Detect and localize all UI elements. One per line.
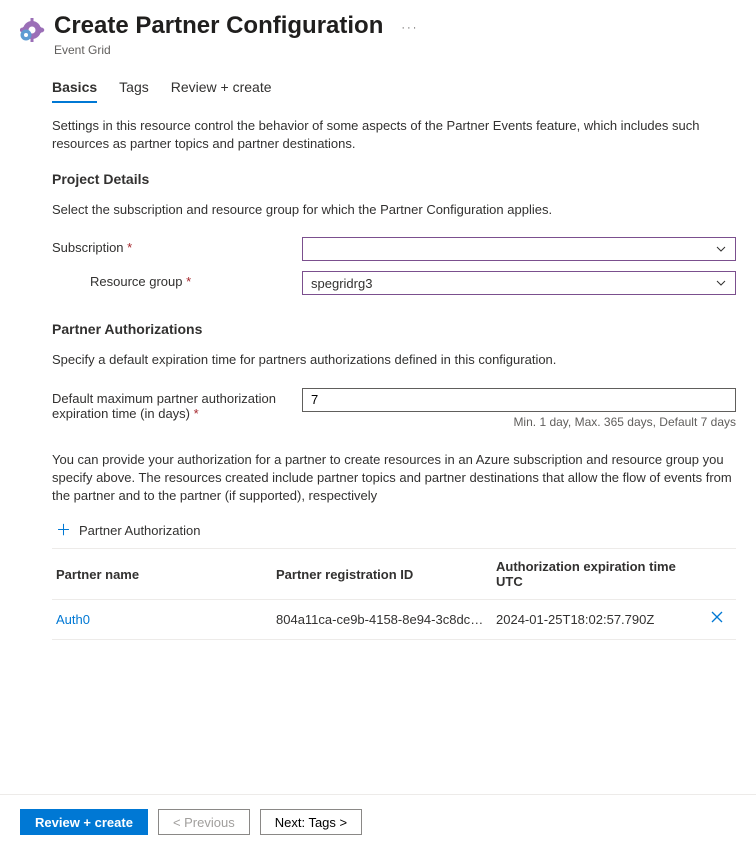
page-header: Create Partner Configuration Event Grid …	[0, 0, 756, 65]
resource-gear-icon	[20, 18, 46, 45]
project-details-heading: Project Details	[52, 171, 736, 187]
page-subtitle: Event Grid	[54, 43, 383, 57]
page-title: Create Partner Configuration	[54, 12, 383, 41]
previous-button[interactable]: < Previous	[158, 809, 250, 835]
required-asterisk: *	[127, 240, 132, 255]
resource-group-value: spegridrg3	[311, 276, 372, 291]
resource-group-select[interactable]: spegridrg3	[302, 271, 736, 295]
tab-review[interactable]: Review + create	[171, 79, 272, 103]
resource-group-label: Resource group *	[52, 271, 302, 289]
more-menu-icon[interactable]: ···	[401, 22, 418, 34]
expiration-label-text: Default maximum partner authorization ex…	[52, 391, 276, 421]
partner-auth-info: You can provide your authorization for a…	[52, 451, 736, 506]
wizard-footer: Review + create < Previous Next: Tags >	[0, 794, 756, 849]
project-details-desc: Select the subscription and resource gro…	[52, 201, 736, 219]
resource-group-label-text: Resource group	[90, 274, 183, 289]
table-row: Auth0 804a11ca-ce9b-4158-8e94-3c8dc7… 20…	[52, 600, 736, 640]
next-button[interactable]: Next: Tags >	[260, 809, 362, 835]
required-asterisk: *	[186, 274, 191, 289]
required-asterisk: *	[194, 406, 199, 421]
partner-reg-id: 804a11ca-ce9b-4158-8e94-3c8dc7…	[276, 612, 496, 627]
partner-expiration: 2024-01-25T18:02:57.790Z	[496, 612, 702, 627]
col-partner-name: Partner name	[56, 567, 276, 582]
tab-tags[interactable]: Tags	[119, 79, 149, 103]
partner-auth-desc: Specify a default expiration time for pa…	[52, 351, 736, 369]
expiration-label: Default maximum partner authorization ex…	[52, 388, 302, 421]
col-expiration: Authorization expiration time UTC	[496, 559, 702, 589]
expiration-hint: Min. 1 day, Max. 365 days, Default 7 day…	[302, 415, 736, 429]
partner-auth-heading: Partner Authorizations	[52, 321, 736, 337]
subscription-label: Subscription *	[52, 237, 302, 255]
review-create-button[interactable]: Review + create	[20, 809, 148, 835]
chevron-down-icon	[715, 243, 727, 255]
plus-icon: ＋	[56, 523, 71, 538]
tab-strip: Basics Tags Review + create	[52, 79, 736, 103]
col-registration-id: Partner registration ID	[276, 567, 496, 582]
remove-row-button[interactable]	[702, 610, 732, 629]
tab-basics[interactable]: Basics	[52, 79, 97, 103]
chevron-down-icon	[715, 277, 727, 289]
add-partner-authorization-button[interactable]: ＋ Partner Authorization	[56, 523, 736, 538]
partner-auth-table: Partner name Partner registration ID Aut…	[52, 548, 736, 640]
subscription-label-text: Subscription	[52, 240, 124, 255]
intro-text: Settings in this resource control the be…	[52, 117, 736, 153]
add-partner-label: Partner Authorization	[79, 523, 200, 538]
expiration-input[interactable]	[302, 388, 736, 412]
partner-name-link[interactable]: Auth0	[56, 612, 276, 627]
subscription-select[interactable]	[302, 237, 736, 261]
